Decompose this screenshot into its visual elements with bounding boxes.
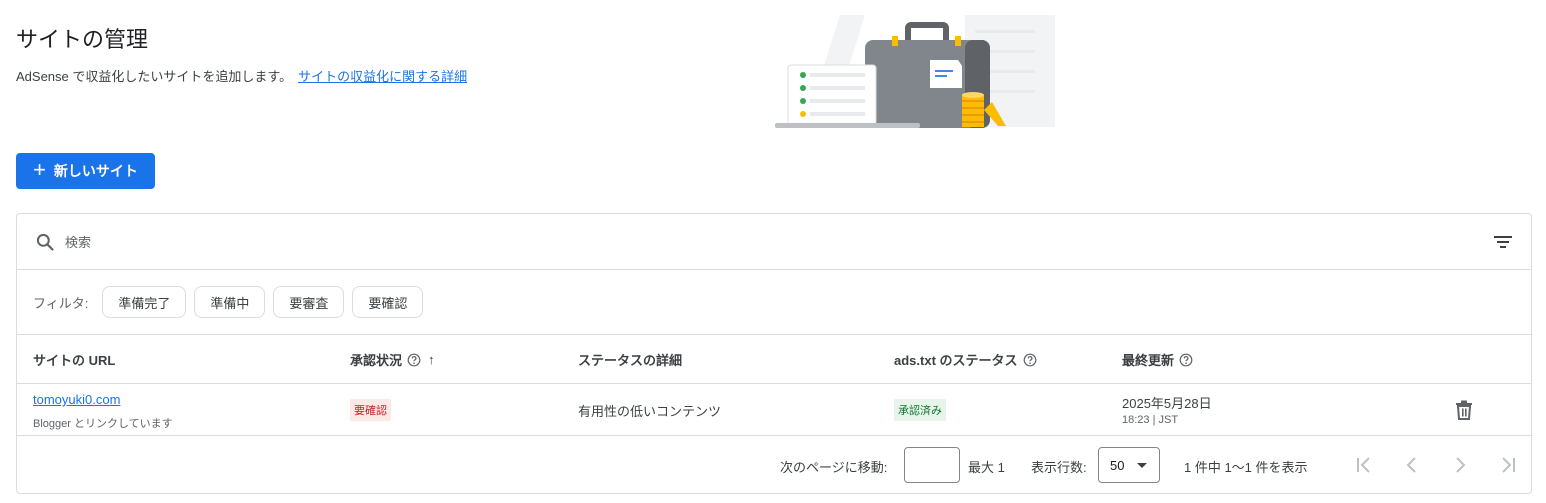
last-updated-date: 2025年5月28日	[1122, 396, 1212, 411]
filter-list-icon[interactable]	[1493, 234, 1513, 250]
help-icon[interactable]	[1023, 353, 1037, 367]
chevron-right-icon[interactable]	[1448, 453, 1472, 477]
table-row: tomoyuki0.com Blogger とリンクしています 要確認 有用性の…	[17, 384, 1531, 436]
column-header-detail: ステータスの詳細	[578, 335, 682, 384]
new-site-button[interactable]: + 新しいサイト	[16, 153, 155, 189]
filter-chip-preparing[interactable]: 準備中	[194, 286, 266, 318]
column-header-url[interactable]: サイトの URL	[33, 335, 115, 384]
column-label-detail: ステータスの詳細	[578, 353, 683, 368]
rows-per-page-select[interactable]: 50	[1098, 447, 1160, 483]
range-label: 1 件中 1〜1 件を表示	[1184, 460, 1308, 475]
goto-page-label: 次のページに移動:	[780, 460, 888, 475]
subtitle-text: AdSense で収益化したいサイトを追加します。	[16, 69, 293, 84]
page-title: サイトの管理	[16, 27, 149, 52]
rows-per-page-label: 表示行数:	[1031, 460, 1087, 475]
sites-table-card: フィルタ: 準備完了 準備中 要審査 要確認 サイトの URL 承認状況 ↑ ス…	[16, 213, 1532, 494]
max-page-label: 最大 1	[968, 460, 1005, 475]
help-icon[interactable]	[1179, 353, 1193, 367]
filter-chip-needs-review[interactable]: 要審査	[273, 286, 345, 318]
column-label-ads-txt: ads.txt のステータス	[894, 353, 1018, 368]
briefcase-illustration	[775, 15, 1055, 128]
approval-status-badge: 要確認	[350, 399, 391, 421]
site-url-link[interactable]: tomoyuki0.com	[33, 392, 120, 407]
ads-txt-status-badge: 承認済み	[894, 399, 946, 421]
table-header: サイトの URL 承認状況 ↑ ステータスの詳細 ads.txt のステータス …	[17, 335, 1531, 384]
pagination-bar: 次のページに移動: 最大 1 表示行数: 50 1 件中 1〜1 件を表示	[17, 436, 1531, 494]
filter-label: フィルタ:	[33, 295, 89, 311]
status-detail: 有用性の低いコンテンツ	[578, 404, 722, 419]
rows-per-page-value: 50	[1110, 457, 1125, 473]
help-link[interactable]: サイトの収益化に関する詳細	[298, 69, 467, 84]
column-label-updated: 最終更新	[1122, 353, 1175, 368]
filter-chip-needs-attention[interactable]: 要確認	[352, 286, 424, 318]
column-header-updated[interactable]: 最終更新	[1122, 335, 1193, 384]
search-icon	[36, 233, 54, 251]
delete-icon[interactable]	[1455, 400, 1473, 420]
search-bar	[17, 214, 1531, 270]
column-header-ads-txt[interactable]: ads.txt のステータス	[894, 335, 1037, 384]
filter-chips-row: フィルタ: 準備完了 準備中 要審査 要確認	[17, 270, 1531, 335]
filter-chip-ready[interactable]: 準備完了	[102, 286, 187, 318]
last-page-icon[interactable]	[1496, 453, 1520, 477]
column-label-approval: 承認状況	[350, 353, 403, 368]
page-subtitle: AdSense で収益化したいサイトを追加します。 サイトの収益化に関する詳細	[16, 66, 467, 85]
dropdown-arrow-icon	[1137, 463, 1147, 468]
goto-page-input[interactable]	[904, 447, 960, 483]
column-header-approval[interactable]: 承認状況 ↑	[350, 335, 435, 384]
site-link-note: Blogger とリンクしています	[33, 418, 173, 430]
last-updated-time: 18:23 | JST	[1122, 414, 1179, 426]
column-label-url: サイトの URL	[33, 353, 116, 368]
plus-icon: +	[33, 157, 46, 182]
chevron-left-icon[interactable]	[1400, 453, 1424, 477]
first-page-icon[interactable]	[1352, 453, 1376, 477]
help-icon[interactable]	[407, 353, 421, 367]
search-input[interactable]	[65, 230, 665, 254]
new-site-label: 新しいサイト	[53, 163, 138, 179]
arrow-upward-icon[interactable]: ↑	[428, 352, 435, 367]
